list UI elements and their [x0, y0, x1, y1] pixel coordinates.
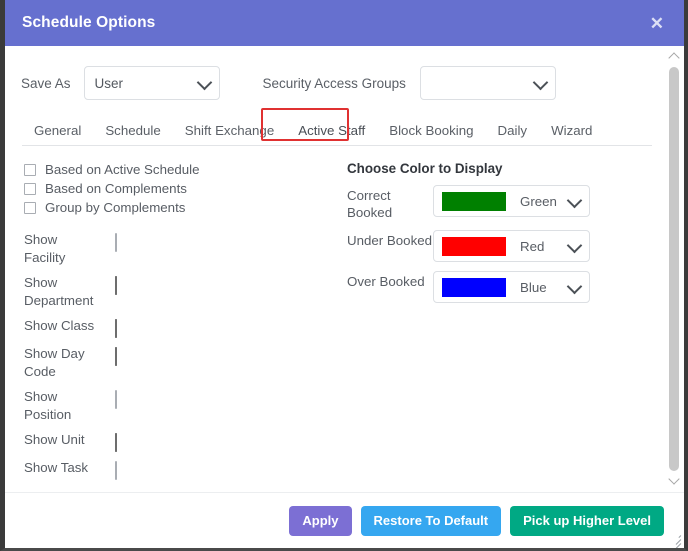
option-row-show-class[interactable]: Show Class: [19, 317, 341, 338]
checkbox-wrap: [115, 317, 117, 338]
security-access-groups-select[interactable]: [419, 66, 556, 100]
tab-schedule[interactable]: Schedule: [93, 123, 172, 145]
save-as-row: Save As User Security Access Groups: [19, 66, 654, 100]
tab-shift-exchange[interactable]: Shift Exchange: [173, 123, 286, 145]
close-icon[interactable]: ✕: [644, 11, 670, 36]
color-select-correct-booked[interactable]: Green: [433, 185, 590, 217]
option-label-show-position: Show Position: [24, 389, 72, 422]
color-swatch-green: [442, 191, 506, 211]
option-row-show-facility[interactable]: Show Facility: [19, 231, 341, 267]
chevron-down-icon: [566, 192, 583, 209]
tab-panel-active-staff: Based on Active Schedule Based on Comple…: [19, 161, 654, 487]
checkbox-show-position[interactable]: [115, 390, 117, 409]
checkbox-label: Group by Complements: [45, 200, 186, 215]
option-label-show-task: Show Task: [24, 460, 89, 475]
save-as-value: User: [94, 75, 124, 91]
color-name-correct-booked: Green: [520, 193, 557, 209]
checkbox-show-class[interactable]: [115, 319, 117, 338]
schedule-options-dialog: Schedule Options ✕ Save As User Security…: [0, 0, 688, 551]
option-row-show-unit[interactable]: Show Unit: [19, 431, 341, 452]
checkbox-label: Based on Complements: [45, 181, 187, 196]
apply-button[interactable]: Apply: [289, 505, 352, 536]
scroll-down-arrow-icon[interactable]: [666, 474, 682, 488]
save-as-select[interactable]: User: [83, 66, 220, 100]
color-swatch-blue: [442, 277, 506, 297]
color-name-under-booked: Red: [520, 238, 545, 254]
option-label-show-department: Show Department: [24, 275, 94, 308]
tab-wizard[interactable]: Wizard: [539, 123, 604, 145]
chevron-down-icon: [566, 237, 583, 254]
checkbox-row-group-by-complements[interactable]: Group by Complements: [19, 199, 341, 216]
choose-color-heading: Choose Color to Display: [347, 161, 503, 176]
checkbox-row-based-on-complements[interactable]: Based on Complements: [19, 180, 341, 197]
scroll-up-arrow-icon[interactable]: [666, 50, 682, 64]
option-label-show-day-code: Show Day Code: [24, 346, 85, 379]
color-swatch-red: [442, 236, 506, 256]
dialog-body: Save As User Security Access Groups Gene…: [5, 46, 684, 492]
checkbox-wrap: [115, 431, 117, 452]
option-label-show-unit: Show Unit: [24, 432, 85, 447]
checkbox-wrap: [115, 459, 117, 480]
checkbox-based-on-complements[interactable]: [24, 182, 36, 195]
resize-grip-icon[interactable]: [668, 533, 682, 548]
checkbox-row-based-on-active-schedule[interactable]: Based on Active Schedule: [19, 161, 341, 178]
option-label-show-facility: Show Facility: [24, 232, 66, 265]
left-options-pane: Based on Active Schedule Based on Comple…: [19, 161, 341, 487]
checkbox-show-unit[interactable]: [115, 433, 117, 452]
checkbox-wrap: [115, 274, 117, 295]
color-options-pane: Choose Color to Display Correct Booked G…: [341, 161, 654, 487]
color-row-correct-booked: Correct Booked Green: [345, 185, 654, 221]
option-row-show-department[interactable]: Show Department: [19, 274, 341, 310]
checkbox-show-task[interactable]: [115, 461, 117, 480]
security-access-groups-label: Security Access Groups: [262, 75, 406, 91]
option-label-show-class: Show Class: [24, 318, 95, 333]
tab-bar: General Schedule Shift Exchange Active S…: [22, 108, 652, 146]
tab-daily[interactable]: Daily: [486, 123, 540, 145]
checkbox-group-by-complements[interactable]: [24, 201, 36, 214]
tab-block-booking[interactable]: Block Booking: [377, 123, 485, 145]
checkbox-wrap: [115, 231, 117, 252]
color-label-correct-booked: Correct Booked: [347, 188, 393, 220]
option-row-show-task[interactable]: Show Task: [19, 459, 341, 480]
tab-active-staff[interactable]: Active Staff: [286, 123, 377, 145]
save-as-label: Save As: [21, 75, 71, 91]
color-label-over-booked: Over Booked: [347, 274, 425, 289]
restore-to-default-button[interactable]: Restore To Default: [360, 505, 502, 536]
vertical-scrollbar[interactable]: [666, 46, 682, 492]
checkbox-label: Based on Active Schedule: [45, 162, 200, 177]
scrollbar-thumb[interactable]: [669, 67, 679, 471]
color-select-under-booked[interactable]: Red: [433, 230, 590, 262]
checkbox-show-facility[interactable]: [115, 233, 117, 252]
pick-up-higher-level-button[interactable]: Pick up Higher Level: [510, 505, 664, 536]
page-title: Schedule Options: [22, 14, 156, 31]
checkbox-show-department[interactable]: [115, 276, 117, 295]
tab-general[interactable]: General: [22, 123, 93, 145]
option-row-show-position[interactable]: Show Position: [19, 388, 341, 424]
chevron-down-icon: [196, 74, 212, 91]
dialog-title-bar: Schedule Options ✕: [5, 0, 684, 46]
color-name-over-booked: Blue: [520, 279, 547, 295]
dialog-footer: Apply Restore To Default Pick up Higher …: [5, 492, 684, 548]
chevron-down-icon: [566, 278, 583, 295]
checkbox-wrap: [115, 345, 117, 366]
color-row-over-booked: Over Booked Blue: [345, 271, 654, 303]
checkbox-based-on-active-schedule[interactable]: [24, 163, 36, 176]
chevron-down-icon: [532, 74, 549, 91]
color-select-over-booked[interactable]: Blue: [433, 271, 590, 303]
color-row-under-booked: Under Booked Red: [345, 230, 654, 262]
color-label-under-booked: Under Booked: [347, 233, 433, 248]
option-row-show-day-code[interactable]: Show Day Code: [19, 345, 341, 381]
checkbox-wrap: [115, 388, 117, 409]
checkbox-show-day-code[interactable]: [115, 347, 117, 366]
dialog-content: Save As User Security Access Groups Gene…: [5, 46, 666, 492]
